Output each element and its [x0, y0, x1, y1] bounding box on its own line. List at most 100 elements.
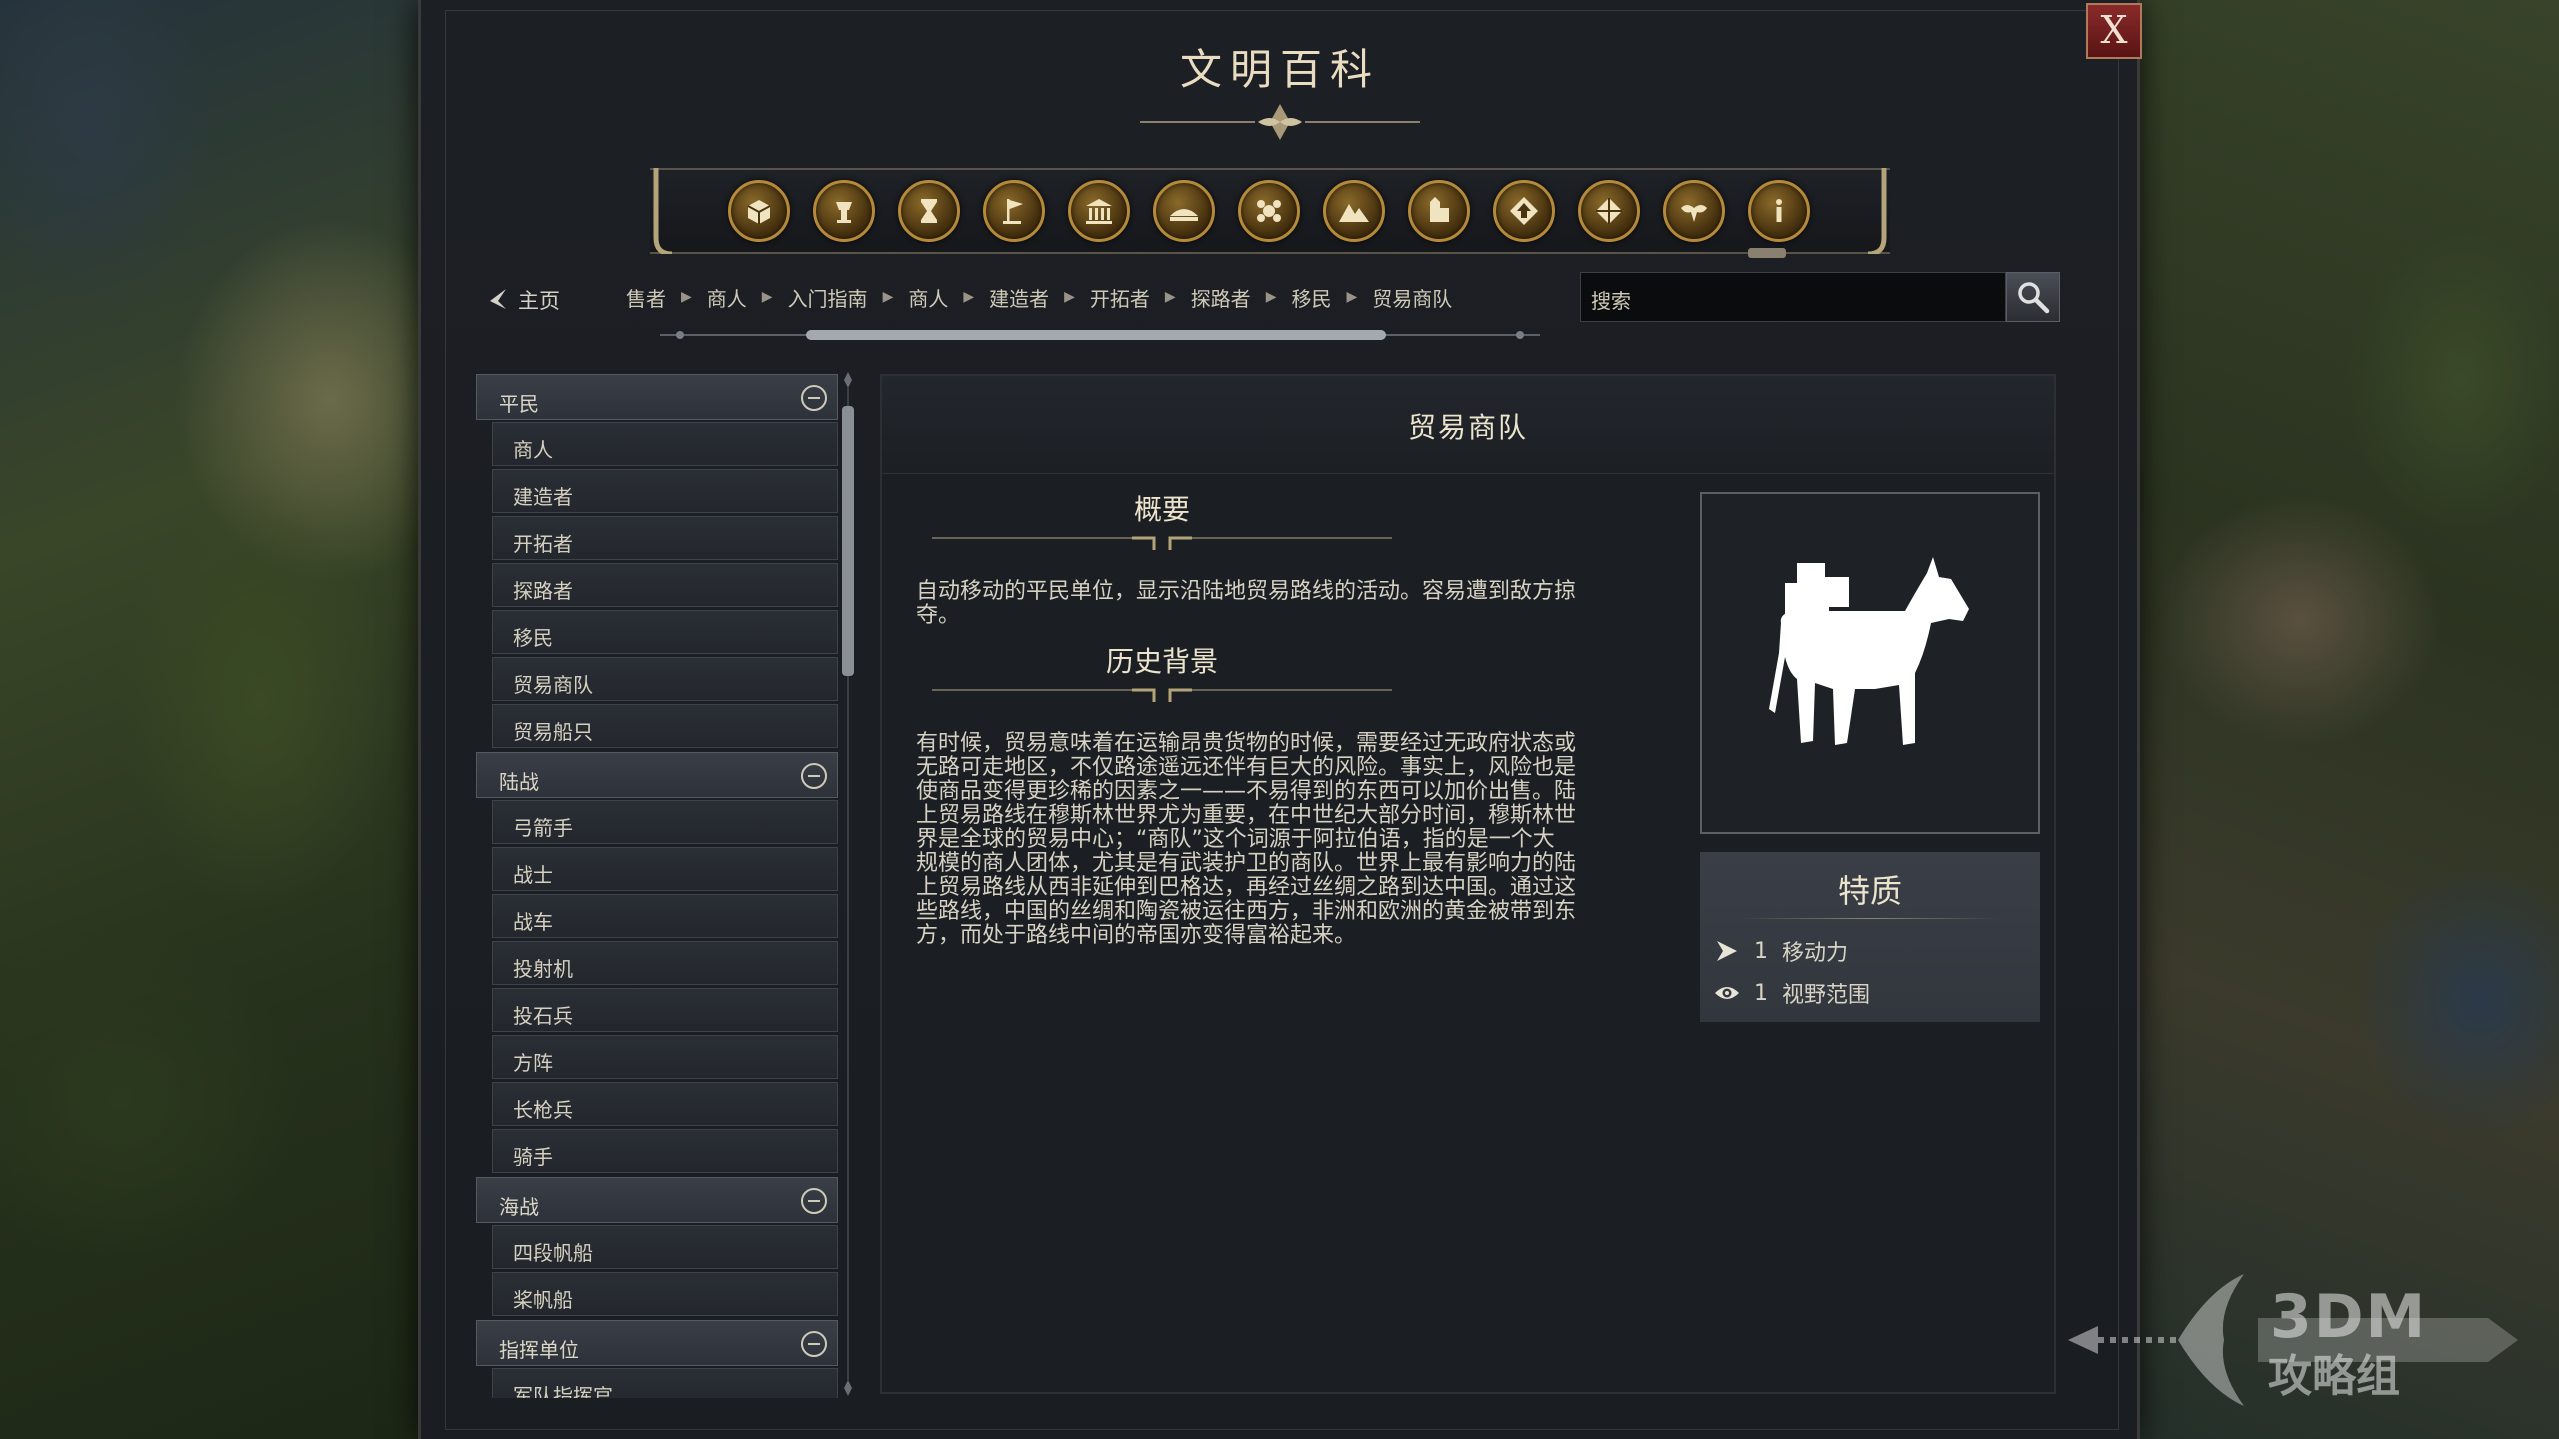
list-item[interactable]: 商人 — [492, 422, 838, 466]
donkey-caravan-icon — [1769, 557, 1969, 745]
breadcrumb-separator-icon: ▶ — [681, 289, 692, 305]
trait-label: 视野范围 — [1782, 983, 1871, 1008]
history-text: 有时候，贸易意味着在运输昂贵货物的时候，需要经过无政府状态或 无路可走地区，不仅… — [916, 732, 1636, 948]
collapse-icon[interactable] — [801, 763, 827, 789]
unit-list: 平民 商人 建造者 开拓者 探路者 移民 贸易商队 贸易船只 陆战 弓箭手 战士… — [476, 370, 842, 1398]
traits-divider — [1740, 918, 2000, 919]
list-item[interactable]: 方阵 — [492, 1035, 838, 1079]
breadcrumb-item-current[interactable]: 贸易商队 — [1372, 283, 1452, 312]
districts-icon[interactable] — [1408, 180, 1470, 242]
history-line: 无路可走地区，不仅路途遥远还伴有巨大的风险。事实上，风险也是 — [916, 755, 1577, 780]
trait-label: 移动力 — [1782, 941, 1849, 966]
search-input[interactable]: 搜索 — [1580, 272, 2006, 322]
list-item[interactable]: 探路者 — [492, 563, 838, 607]
page-title: 文明百科 — [1179, 45, 1380, 94]
list-item[interactable]: 建造者 — [492, 469, 838, 513]
list-item[interactable]: 开拓者 — [492, 516, 838, 560]
list-item[interactable]: 弓箭手 — [492, 800, 838, 844]
leaders-icon[interactable] — [1238, 180, 1300, 242]
list-item[interactable]: 贸易船只 — [492, 704, 838, 748]
list-item[interactable]: 移民 — [492, 610, 838, 654]
list-item[interactable]: 投石兵 — [492, 988, 838, 1032]
back-arrow-icon — [490, 289, 506, 309]
list-item[interactable]: 战车 — [492, 894, 838, 938]
list-item[interactable]: 骑手 — [492, 1129, 838, 1173]
breadcrumb-separator-icon: ▶ — [1346, 289, 1358, 305]
breadcrumb-separator-icon: ▶ — [963, 289, 975, 305]
buildings-icon[interactable] — [1068, 180, 1130, 242]
list-item[interactable]: 四段帆船 — [492, 1225, 838, 1269]
group-label: 海战 — [499, 1195, 539, 1219]
background-map-left — [0, 0, 420, 1439]
trait-value: 1 — [1754, 938, 1768, 964]
terrain-icon[interactable] — [1323, 180, 1385, 242]
overview-heading: 概要 — [1133, 493, 1190, 526]
section-ornament — [932, 536, 1392, 550]
collapse-icon[interactable] — [801, 1331, 827, 1357]
group-header-land[interactable]: 陆战 — [476, 752, 838, 798]
breadcrumb-item[interactable]: 商人 — [707, 283, 747, 312]
list-item[interactable]: 战士 — [492, 847, 838, 891]
history-line: 方，而处于路线中间的帝国亦变得富裕起来。 — [916, 923, 1357, 948]
unit-portrait — [1700, 492, 2040, 834]
movement-icon — [1714, 938, 1740, 964]
group-header-naval[interactable]: 海战 — [476, 1177, 838, 1223]
group-header-civilian[interactable]: 平民 — [476, 374, 838, 420]
breadcrumb-separator-icon: ▶ — [1164, 289, 1176, 305]
list-item-selected[interactable]: 贸易商队 — [492, 657, 838, 701]
breadcrumb-item[interactable]: 探路者 — [1191, 283, 1251, 312]
breadcrumb-scrollbar[interactable] — [660, 328, 1540, 342]
bracket-left — [653, 168, 673, 254]
section-ornament — [932, 688, 1392, 702]
traits-heading: 特质 — [1837, 872, 1902, 910]
breadcrumb-item[interactable]: 建造者 — [989, 283, 1049, 312]
title-ornament — [1140, 104, 1420, 140]
religion-icon[interactable] — [1663, 180, 1725, 242]
civilizations-icon[interactable] — [983, 180, 1045, 242]
group-header-commander[interactable]: 指挥单位 — [476, 1320, 838, 1366]
wonders-icon[interactable] — [813, 180, 875, 242]
home-button[interactable]: 主页 — [484, 280, 560, 320]
list-item[interactable]: 军队指挥官 — [492, 1368, 838, 1398]
list-scrollbar-thumb[interactable] — [842, 406, 854, 676]
bracket-right — [1867, 168, 1887, 254]
trait-row-sight: 1 视野范围 — [1714, 978, 1870, 1008]
list-item[interactable]: 桨帆船 — [492, 1272, 838, 1316]
breadcrumb-item[interactable]: 移民 — [1291, 283, 1331, 312]
technologies-icon[interactable] — [1578, 180, 1640, 242]
search-icon — [2018, 282, 2050, 314]
breadcrumb-item[interactable]: 入门指南 — [788, 283, 868, 312]
policies-icon[interactable] — [1493, 180, 1555, 242]
traits-box: 特质 1 移动力 1 视野范围 — [1700, 852, 2040, 1022]
home-label: 主页 — [518, 289, 560, 313]
article-title: 贸易商队 — [1407, 411, 1528, 444]
collapse-icon[interactable] — [801, 385, 827, 411]
background-map-right — [2140, 0, 2559, 1439]
eras-icon[interactable] — [898, 180, 960, 242]
resources-icon[interactable] — [1153, 180, 1215, 242]
collapse-icon[interactable] — [801, 1188, 827, 1214]
history-line: 使商品变得更珍稀的因素之一——不易得到的东西可以加价出售。陆 — [916, 779, 1577, 804]
list-item[interactable]: 投射机 — [492, 941, 838, 985]
breadcrumb-item[interactable]: 商人 — [908, 283, 948, 312]
list-item[interactable]: 长枪兵 — [492, 1082, 838, 1126]
overview-line: 夺。 — [916, 603, 961, 628]
sight-icon — [1714, 980, 1740, 1006]
breadcrumb-item[interactable]: 开拓者 — [1090, 283, 1150, 312]
info-icon[interactable] — [1748, 180, 1810, 242]
units-icon[interactable] — [728, 180, 790, 242]
breadcrumb-item[interactable]: 售者 — [626, 283, 666, 312]
group-label: 陆战 — [499, 770, 539, 794]
history-line: 些路线，中国的丝绸和陶瓷被运往西方，非洲和欧洲的黄金被带到东 — [916, 899, 1577, 924]
close-button[interactable]: X — [2086, 3, 2142, 59]
watermark-text: 攻略组 — [2268, 1351, 2400, 1402]
history-line: 规模的商人团体，尤其是有武装护卫的商队。世界上最有影响力的陆 — [916, 851, 1577, 876]
breadcrumb: 售者 ▶ 商人 ▶ 入门指南 ▶ 商人 ▶ 建造者 ▶ 开拓者 ▶ 探路者 ▶ … — [626, 282, 1452, 312]
history-line: 上贸易路线在穆斯林世界尤为重要，在中世纪大部分时间，穆斯林世 — [916, 803, 1577, 828]
category-icon-bar — [650, 168, 1890, 258]
trait-row-movement: 1 移动力 — [1714, 936, 1848, 966]
group-label: 指挥单位 — [499, 1338, 579, 1362]
search-button[interactable] — [2006, 272, 2060, 322]
history-line: 有时候，贸易意味着在运输昂贵货物的时候，需要经过无政府状态或 — [916, 731, 1577, 756]
active-category-marker — [1748, 248, 1786, 258]
